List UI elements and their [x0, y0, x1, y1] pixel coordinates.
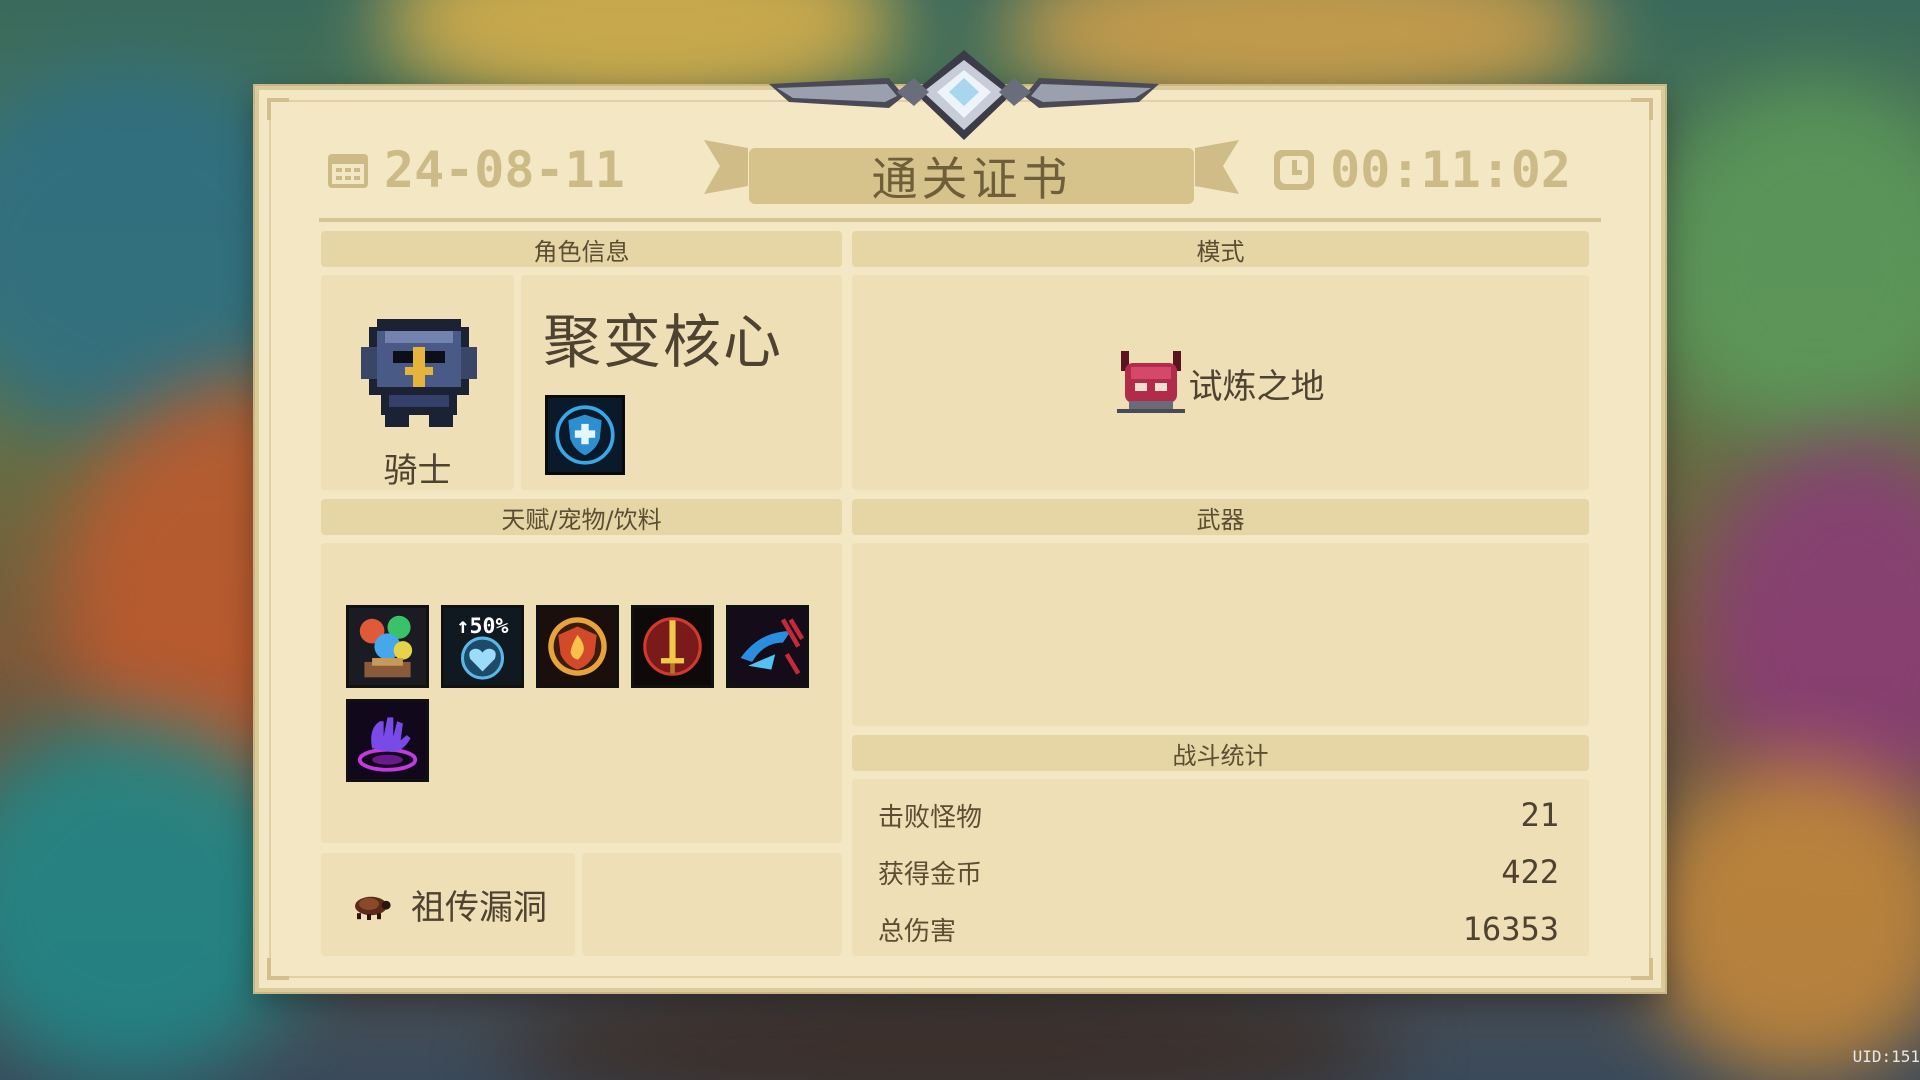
calendar-icon	[328, 154, 368, 188]
talent-graphic	[539, 608, 616, 685]
talent-graphic	[634, 608, 711, 685]
stat-label: 击败怪物	[878, 802, 983, 833]
stat-row-kills: 击败怪物 21	[878, 795, 1559, 835]
uid-label: UID:151	[1852, 1047, 1920, 1066]
stat-value: 422	[1501, 853, 1559, 891]
build-title: 聚变核心	[543, 308, 784, 376]
stat-label: 总伤害	[878, 916, 957, 947]
heart-shield-plus50-icon[interactable]: ↑50%	[441, 605, 524, 688]
bug-box: 祖传漏洞	[321, 853, 575, 956]
corner-ornament	[267, 958, 289, 980]
diamond-wings-emblem-icon	[769, 50, 1159, 140]
blue-dash-claw-icon[interactable]	[726, 605, 809, 688]
elemental-orbs-icon[interactable]	[346, 605, 429, 688]
empty-slot-box	[582, 853, 842, 956]
clear-certificate-panel: 24-08-11 通关证书 00:11:02 角色信息 骑士 聚变核心 模式 试…	[255, 50, 1665, 992]
talent-graphic	[729, 608, 806, 685]
mode-box: 试炼之地	[852, 275, 1589, 490]
weapons-box	[852, 543, 1589, 726]
corner-ornament	[267, 98, 289, 120]
stat-row-gold: 获得金币 422	[878, 852, 1559, 892]
character-info-header: 角色信息	[321, 231, 842, 267]
red-sword-circle-icon[interactable]	[631, 605, 714, 688]
ribbon-tail-right-icon	[1195, 140, 1239, 194]
knight-portrait-icon	[361, 319, 477, 427]
clear-time: 00:11:02	[1270, 140, 1571, 200]
skill-shield-graphic	[555, 405, 615, 465]
plus50-label: ↑50%	[457, 614, 509, 639]
talents-pets-drinks-header: 天赋/宠物/饮料	[321, 499, 842, 535]
beetle-icon	[355, 896, 391, 920]
clock-icon	[1274, 150, 1315, 190]
stat-value: 21	[1520, 796, 1559, 834]
date-text: 24-08-11	[384, 141, 625, 199]
character-portrait-box: 骑士	[321, 275, 514, 491]
stat-row-damage: 总伤害 16353	[878, 909, 1559, 949]
battle-stats-box: 击败怪物 21 获得金币 422 总伤害 16353	[852, 779, 1589, 956]
character-build-box: 聚变核心	[521, 275, 842, 490]
title-ribbon: 通关证书	[704, 138, 1239, 206]
talent-graphic	[349, 702, 426, 779]
mode-header: 模式	[852, 231, 1589, 267]
mode-row: 试炼之地	[852, 347, 1589, 419]
certificate-title: 通关证书	[749, 148, 1194, 206]
mode-label: 试炼之地	[1188, 366, 1325, 407]
corner-ornament	[1631, 958, 1653, 980]
stat-value: 16353	[1462, 910, 1559, 948]
stat-label: 获得金币	[878, 859, 983, 890]
clear-date: 24-08-11	[324, 140, 625, 200]
purple-hand-portal-icon[interactable]	[346, 699, 429, 782]
talent-graphic	[349, 608, 426, 685]
horned-demon-helmet-icon	[1116, 351, 1185, 413]
talent-graphic: ↑50%	[444, 608, 521, 685]
time-text: 00:11:02	[1330, 141, 1571, 199]
weapons-header: 武器	[852, 499, 1589, 535]
shield-cross-icon[interactable]	[545, 395, 625, 475]
talents-box: ↑50%	[321, 543, 842, 843]
corner-ornament	[1631, 98, 1653, 120]
fire-shield-badge-icon[interactable]	[536, 605, 619, 688]
character-name: 骑士	[383, 451, 452, 491]
header-divider	[319, 218, 1601, 222]
bug-label: 祖传漏洞	[411, 888, 547, 928]
battle-stats-header: 战斗统计	[852, 735, 1589, 771]
